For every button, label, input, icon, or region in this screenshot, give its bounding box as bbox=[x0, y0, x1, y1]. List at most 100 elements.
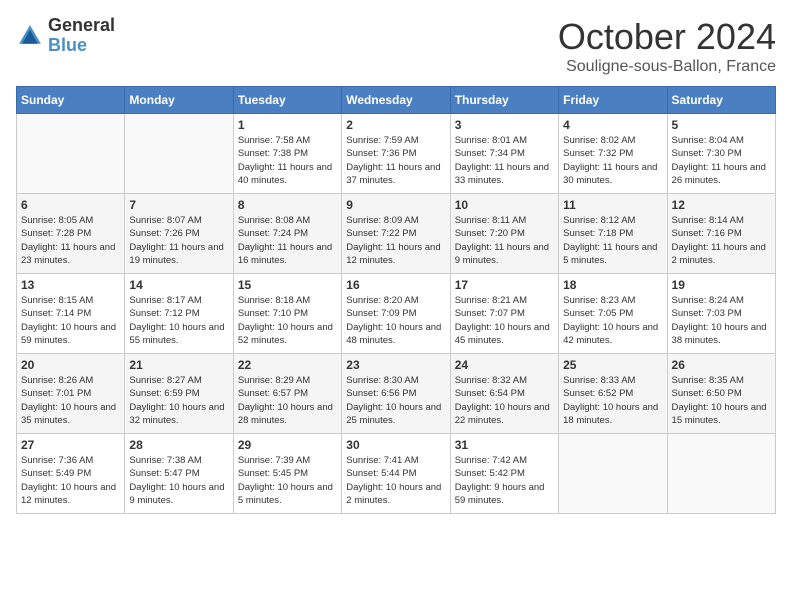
calendar-cell: 18 Sunrise: 8:23 AM Sunset: 7:05 PM Dayli… bbox=[559, 274, 667, 354]
day-detail: Sunrise: 7:58 AM Sunset: 7:38 PM Dayligh… bbox=[238, 134, 337, 187]
logo-icon bbox=[16, 22, 44, 50]
calendar-cell: 29Sunrise: 7:39 AM Sunset: 5:45 PM Dayli… bbox=[233, 434, 341, 514]
week-row-5: 27 Sunrise: 7:36 AM Sunset: 5:49 PM Dayli… bbox=[17, 434, 776, 514]
day-number: 1 bbox=[238, 118, 337, 132]
day-detail: Sunrise: 8:26 AM Sunset: 7:01 PM Dayligh… bbox=[21, 374, 120, 427]
day-detail: Sunrise: 8:20 AM Sunset: 7:09 PM Dayligh… bbox=[346, 294, 445, 347]
calendar-cell: 9 Sunrise: 8:09 AM Sunset: 7:22 PM Daylig… bbox=[342, 194, 450, 274]
day-number: 14 bbox=[129, 278, 228, 292]
day-number: 24 bbox=[455, 358, 554, 372]
calendar-cell: 20 Sunrise: 8:26 AM Sunset: 7:01 PM Dayli… bbox=[17, 354, 125, 434]
logo: General Blue bbox=[16, 16, 115, 56]
calendar-cell: 25 Sunrise: 8:33 AM Sunset: 6:52 PM Dayli… bbox=[559, 354, 667, 434]
day-number: 28 bbox=[129, 438, 228, 452]
day-number: 30 bbox=[346, 438, 445, 452]
calendar-header-row: SundayMondayTuesdayWednesdayThursdayFrid… bbox=[17, 87, 776, 114]
calendar-cell bbox=[125, 114, 233, 194]
calendar-cell: 22 Sunrise: 8:29 AM Sunset: 6:57 PM Dayli… bbox=[233, 354, 341, 434]
calendar-cell: 6 Sunrise: 8:05 AM Sunset: 7:28 PM Daylig… bbox=[17, 194, 125, 274]
day-number: 10 bbox=[455, 198, 554, 212]
day-number: 5 bbox=[672, 118, 771, 132]
day-detail: Sunrise: 7:59 AM Sunset: 7:36 PM Dayligh… bbox=[346, 134, 445, 187]
day-number: 21 bbox=[129, 358, 228, 372]
calendar-cell: 21 Sunrise: 8:27 AM Sunset: 6:59 PM Dayli… bbox=[125, 354, 233, 434]
col-header-wednesday: Wednesday bbox=[342, 87, 450, 114]
day-detail: Sunrise: 8:24 AM Sunset: 7:03 PM Dayligh… bbox=[672, 294, 771, 347]
col-header-saturday: Saturday bbox=[667, 87, 775, 114]
day-detail: Sunrise: 8:21 AM Sunset: 7:07 PM Dayligh… bbox=[455, 294, 554, 347]
col-header-tuesday: Tuesday bbox=[233, 87, 341, 114]
logo-blue: Blue bbox=[48, 36, 115, 56]
day-detail: Sunrise: 8:05 AM Sunset: 7:28 PM Dayligh… bbox=[21, 214, 120, 267]
title-block: October 2024 Souligne-sous-Ballon, Franc… bbox=[558, 16, 776, 76]
day-detail: Sunrise: 8:23 AM Sunset: 7:05 PM Dayligh… bbox=[563, 294, 662, 347]
day-detail: Sunrise: 8:02 AM Sunset: 7:32 PM Dayligh… bbox=[563, 134, 662, 187]
day-number: 25 bbox=[563, 358, 662, 372]
calendar-cell bbox=[667, 434, 775, 514]
day-detail: Sunrise: 8:08 AM Sunset: 7:24 PM Dayligh… bbox=[238, 214, 337, 267]
calendar-cell: 15 Sunrise: 8:18 AM Sunset: 7:10 PM Dayli… bbox=[233, 274, 341, 354]
day-number: 6 bbox=[21, 198, 120, 212]
day-number: 17 bbox=[455, 278, 554, 292]
day-detail: Sunrise: 8:33 AM Sunset: 6:52 PM Dayligh… bbox=[563, 374, 662, 427]
logo-general: General bbox=[48, 16, 115, 36]
day-detail: Sunrise: 7:41 AM Sunset: 5:44 PM Dayligh… bbox=[346, 454, 445, 507]
day-number: 12 bbox=[672, 198, 771, 212]
day-number: 27 bbox=[21, 438, 120, 452]
day-detail: Sunrise: 8:01 AM Sunset: 7:34 PM Dayligh… bbox=[455, 134, 554, 187]
calendar-cell: 17 Sunrise: 8:21 AM Sunset: 7:07 PM Dayli… bbox=[450, 274, 558, 354]
day-number: 16 bbox=[346, 278, 445, 292]
day-detail: Sunrise: 8:14 AM Sunset: 7:16 PM Dayligh… bbox=[672, 214, 771, 267]
calendar-cell: 31 Sunrise: 7:42 AM Sunset: 5:42 PM Dayli… bbox=[450, 434, 558, 514]
day-detail: Sunrise: 8:30 AM Sunset: 6:56 PM Dayligh… bbox=[346, 374, 445, 427]
day-detail: Sunrise: 8:12 AM Sunset: 7:18 PM Dayligh… bbox=[563, 214, 662, 267]
location-subtitle: Souligne-sous-Ballon, France bbox=[558, 58, 776, 76]
day-number: 18 bbox=[563, 278, 662, 292]
day-detail: Sunrise: 7:36 AM Sunset: 5:49 PM Dayligh… bbox=[21, 454, 120, 507]
calendar-cell: 16 Sunrise: 8:20 AM Sunset: 7:09 PM Dayli… bbox=[342, 274, 450, 354]
day-detail: Sunrise: 8:29 AM Sunset: 6:57 PM Dayligh… bbox=[238, 374, 337, 427]
col-header-friday: Friday bbox=[559, 87, 667, 114]
calendar-cell: 27 Sunrise: 7:36 AM Sunset: 5:49 PM Dayli… bbox=[17, 434, 125, 514]
day-detail: Sunrise: 8:27 AM Sunset: 6:59 PM Dayligh… bbox=[129, 374, 228, 427]
day-number: 31 bbox=[455, 438, 554, 452]
week-row-2: 6 Sunrise: 8:05 AM Sunset: 7:28 PM Daylig… bbox=[17, 194, 776, 274]
day-detail: Sunrise: 8:18 AM Sunset: 7:10 PM Dayligh… bbox=[238, 294, 337, 347]
day-detail: Sunrise: 8:11 AM Sunset: 7:20 PM Dayligh… bbox=[455, 214, 554, 267]
calendar-cell: 5Sunrise: 8:04 AM Sunset: 7:30 PM Daylig… bbox=[667, 114, 775, 194]
calendar-cell: 23 Sunrise: 8:30 AM Sunset: 6:56 PM Dayli… bbox=[342, 354, 450, 434]
day-number: 11 bbox=[563, 198, 662, 212]
calendar-cell: 24 Sunrise: 8:32 AM Sunset: 6:54 PM Dayli… bbox=[450, 354, 558, 434]
day-detail: Sunrise: 8:17 AM Sunset: 7:12 PM Dayligh… bbox=[129, 294, 228, 347]
day-detail: Sunrise: 8:09 AM Sunset: 7:22 PM Dayligh… bbox=[346, 214, 445, 267]
calendar-cell: 3 Sunrise: 8:01 AM Sunset: 7:34 PM Daylig… bbox=[450, 114, 558, 194]
calendar-cell: 26Sunrise: 8:35 AM Sunset: 6:50 PM Dayli… bbox=[667, 354, 775, 434]
col-header-monday: Monday bbox=[125, 87, 233, 114]
week-row-1: 1 Sunrise: 7:58 AM Sunset: 7:38 PM Daylig… bbox=[17, 114, 776, 194]
day-detail: Sunrise: 7:42 AM Sunset: 5:42 PM Dayligh… bbox=[455, 454, 554, 507]
day-detail: Sunrise: 8:15 AM Sunset: 7:14 PM Dayligh… bbox=[21, 294, 120, 347]
day-number: 20 bbox=[21, 358, 120, 372]
calendar-cell: 11 Sunrise: 8:12 AM Sunset: 7:18 PM Dayli… bbox=[559, 194, 667, 274]
calendar-cell bbox=[17, 114, 125, 194]
day-detail: Sunrise: 7:38 AM Sunset: 5:47 PM Dayligh… bbox=[129, 454, 228, 507]
day-number: 23 bbox=[346, 358, 445, 372]
day-number: 3 bbox=[455, 118, 554, 132]
day-number: 9 bbox=[346, 198, 445, 212]
calendar-cell: 1 Sunrise: 7:58 AM Sunset: 7:38 PM Daylig… bbox=[233, 114, 341, 194]
col-header-sunday: Sunday bbox=[17, 87, 125, 114]
col-header-thursday: Thursday bbox=[450, 87, 558, 114]
calendar-cell: 19 Sunrise: 8:24 AM Sunset: 7:03 PM Dayli… bbox=[667, 274, 775, 354]
calendar-cell: 4Sunrise: 8:02 AM Sunset: 7:32 PM Daylig… bbox=[559, 114, 667, 194]
day-detail: Sunrise: 8:32 AM Sunset: 6:54 PM Dayligh… bbox=[455, 374, 554, 427]
day-number: 13 bbox=[21, 278, 120, 292]
day-number: 15 bbox=[238, 278, 337, 292]
day-number: 26 bbox=[672, 358, 771, 372]
day-number: 8 bbox=[238, 198, 337, 212]
day-number: 19 bbox=[672, 278, 771, 292]
day-number: 22 bbox=[238, 358, 337, 372]
calendar-cell: 8 Sunrise: 8:08 AM Sunset: 7:24 PM Daylig… bbox=[233, 194, 341, 274]
day-number: 2 bbox=[346, 118, 445, 132]
calendar-cell: 13 Sunrise: 8:15 AM Sunset: 7:14 PM Dayli… bbox=[17, 274, 125, 354]
calendar-cell: 28 Sunrise: 7:38 AM Sunset: 5:47 PM Dayli… bbox=[125, 434, 233, 514]
